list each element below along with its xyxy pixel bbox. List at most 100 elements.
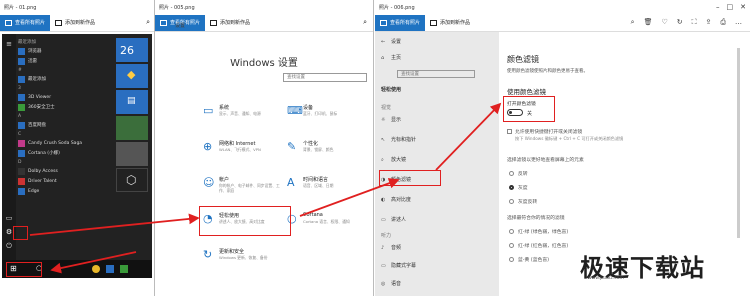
minimize-icon[interactable]: – <box>716 3 720 11</box>
back-button[interactable]: ← 设置 <box>381 38 401 45</box>
filter-option-grayscale-inverted[interactable]: 灰度反转 <box>509 198 537 205</box>
group-header: D <box>18 159 22 165</box>
page-title: 颜色滤镜 <box>507 55 539 64</box>
sidebar-item-cursor[interactable]: ↖ 光标和指针 <box>381 136 416 143</box>
document-icon[interactable]: ▭ <box>5 214 13 222</box>
sidebar-item-speech[interactable]: ◎ 语音 <box>381 280 401 287</box>
scrollbar[interactable] <box>737 48 740 238</box>
filter-option-protanopia[interactable]: 红-绿 (红色弱，红色盲) <box>509 242 568 249</box>
narrator-icon: ▭ <box>381 217 386 223</box>
shortcut-checkbox[interactable]: 允许使用快捷键打开或关闭滤镜 <box>507 128 582 135</box>
toolbar: 查看所有照片 添加到新作品 ⌕ <box>0 14 154 32</box>
maximize-icon[interactable]: □ <box>727 3 734 11</box>
rotate-icon[interactable]: ↻ <box>677 18 683 27</box>
photo-tile[interactable] <box>116 142 148 166</box>
app-item[interactable]: 最近添加 <box>18 74 114 84</box>
favorite-icon[interactable]: ♡ <box>661 18 667 27</box>
edge-icon: ◆ <box>127 68 136 81</box>
person-icon: ☺ <box>203 176 215 189</box>
page-intro: 使用颜色滤镜使照片和颜色更易于查看。 <box>507 69 588 74</box>
chrome-icon[interactable] <box>92 265 100 273</box>
edge-taskbar-icon[interactable] <box>106 265 114 273</box>
calendar-tile[interactable]: 26 <box>116 38 148 62</box>
settings-item-time-language[interactable]: A 时间和语言 语音、区域、日期 <box>287 176 367 204</box>
app-icon <box>18 139 25 147</box>
more-icon[interactable]: … <box>735 18 742 27</box>
zoom-icon[interactable]: ⌕ <box>146 18 150 27</box>
home-link[interactable]: ⌂ 主页 <box>381 54 401 61</box>
power-icon[interactable]: ⏻ <box>5 242 13 250</box>
zoom-icon[interactable]: ⌕ <box>363 18 367 27</box>
filter-option-grayscale[interactable]: 灰度 <box>509 184 528 191</box>
settings-item-network[interactable]: ⊕ 网络和 Internet WLAN、飞行模式、VPN <box>203 140 283 168</box>
app-icon <box>18 121 25 129</box>
section-title: 使用颜色滤镜 <box>507 88 546 96</box>
sidebar-item-narrator[interactable]: ▭ 讲述人 <box>381 216 406 223</box>
filter-option-deuteranopia[interactable]: 红-绿 (绿色弱，绿色盲) <box>509 228 568 235</box>
settings-item-system[interactable]: ▭ 系统 显示、声音、通知、电源 <box>203 104 283 132</box>
view-all-photos-button[interactable]: 查看所有照片 <box>0 14 51 31</box>
filter-option-tritanopia[interactable]: 蓝-黄 (蓝色盲) <box>509 256 549 263</box>
sidebar-item-magnifier[interactable]: ⌕ 放大镜 <box>381 156 406 163</box>
add-icon <box>430 19 438 26</box>
radio-icon <box>509 199 514 204</box>
settings-search-input[interactable]: 查找设置 <box>283 73 367 82</box>
choose-filter-label: 选择滤镜以更好地查看屏幕上的元素 <box>507 158 584 163</box>
window-title: 照片 - 006.png <box>379 4 415 11</box>
sidebar-search-input[interactable]: 查找设置 <box>397 70 475 78</box>
radio-icon <box>509 229 514 234</box>
title-bar: 照片 - 01.png <box>0 0 154 14</box>
app-icon <box>18 149 25 157</box>
zoom-icon[interactable]: ⌕ <box>631 18 635 27</box>
app-item[interactable]: Cortana (小娜) <box>18 148 114 158</box>
sidebar-item-captions[interactable]: ▭ 隐藏式字幕 <box>381 262 416 269</box>
app-item[interactable]: 浏览器 <box>18 46 114 56</box>
radio-icon <box>509 171 514 176</box>
settings-item-devices[interactable]: ⌨ 设备 蓝牙、打印机、鼠标 <box>287 104 367 132</box>
monitor-icon: ▭ <box>203 104 214 117</box>
app-item[interactable]: Driver Talent <box>18 176 114 186</box>
view-all-photos-button[interactable]: 查看所有照片 <box>375 14 426 31</box>
add-to-creation-button[interactable]: 添加到新作品 <box>50 15 100 31</box>
delete-icon[interactable]: 🗑 <box>644 18 653 27</box>
print-icon[interactable]: ⎙ <box>720 18 726 27</box>
add-to-creation-button[interactable]: 添加到新作品 <box>425 15 475 31</box>
settings-item-accounts[interactable]: ☺ 帐户 你的帐户、电子邮件、同步设置、工作、家庭 <box>203 176 283 204</box>
back-icon: ← <box>381 39 386 45</box>
shortcut-desc: 按下 Windows 徽标键 + Ctrl + C 可打开或关闭颜色滤镜 <box>515 136 624 141</box>
crop-icon[interactable]: ⛶ <box>692 18 697 27</box>
hex-tile[interactable]: ⬡ <box>116 168 148 192</box>
app-taskbar-icon[interactable] <box>120 265 128 273</box>
sidebar-item-high-contrast[interactable]: ◐ 高对比度 <box>381 196 411 203</box>
app-item[interactable]: 3D Viewer <box>18 92 114 102</box>
app-item[interactable]: Edge <box>18 186 114 196</box>
app-item[interactable]: 迅雷 <box>18 56 114 66</box>
photos-icon <box>5 19 12 26</box>
store-tile[interactable]: ▤ <box>116 90 148 114</box>
settings-item-cortana[interactable]: ○ Cortana Cortana 语言、权限、通知 <box>287 212 367 240</box>
close-icon[interactable]: ✕ <box>740 3 746 11</box>
ease-sidebar: ← 设置 ⌂ 主页 查找设置 轻松使用 视觉 ☼ 显示 ↖ 光标和指针 ⌕ 放大镜 ◑ 颜色… <box>375 32 499 296</box>
radio-icon <box>509 257 514 262</box>
app-item[interactable]: Candy Crush Soda Saga <box>18 138 114 148</box>
window-title: 照片 - 01.png <box>4 4 37 11</box>
hamburger-icon[interactable]: ≡ <box>5 40 13 48</box>
app-item[interactable]: 百度网盘 <box>18 120 114 130</box>
app-item[interactable]: Dolby Access <box>18 166 114 176</box>
edge-tile[interactable]: ◆ <box>116 64 148 88</box>
sidebar-item-audio[interactable]: ♪ 音频 <box>381 244 401 251</box>
settings-gear-icon[interactable]: ⚙ <box>5 228 13 236</box>
app-icon <box>18 93 25 101</box>
game-tile[interactable] <box>116 116 148 140</box>
hexagon-icon: ⬡ <box>126 173 137 187</box>
settings-item-update-security[interactable]: ↻ 更新和安全 Windows 更新、恢复、备份 <box>203 248 283 276</box>
app-item[interactable]: 360安全卫士 <box>18 102 114 112</box>
group-vision: 视觉 <box>381 105 392 111</box>
gear-highlight <box>13 226 28 240</box>
sidebar-item-display[interactable]: ☼ 显示 <box>381 116 401 123</box>
settings-item-personalization[interactable]: ✎ 个性化 背景、锁屏、颜色 <box>287 140 367 168</box>
filter-option-invert[interactable]: 反转 <box>509 170 528 177</box>
share-icon[interactable]: ⇪ <box>706 18 712 27</box>
add-to-creation-button[interactable]: 添加到新作品 <box>205 15 255 31</box>
app-icon <box>18 57 25 65</box>
